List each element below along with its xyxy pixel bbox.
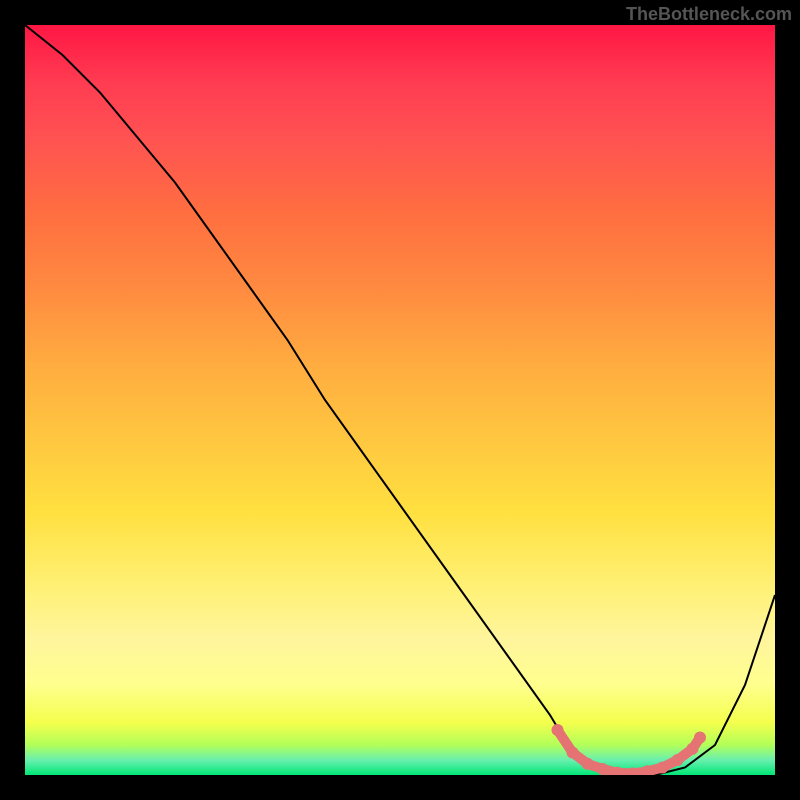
optimal-dot: [597, 763, 609, 775]
optimal-zone-line: [558, 730, 701, 774]
chart-container: TheBottleneck.com: [0, 0, 800, 800]
optimal-dot: [567, 747, 579, 759]
optimal-dot: [582, 758, 594, 770]
optimal-dot: [552, 724, 564, 736]
optimal-dot: [694, 732, 706, 744]
main-curve: [25, 25, 775, 775]
chart-svg: [25, 25, 775, 775]
bottleneck-curve-path: [25, 25, 775, 775]
watermark-text: TheBottleneck.com: [626, 4, 792, 25]
optimal-dot: [657, 762, 669, 774]
optimal-dot: [672, 754, 684, 766]
optimal-dot: [687, 743, 699, 755]
